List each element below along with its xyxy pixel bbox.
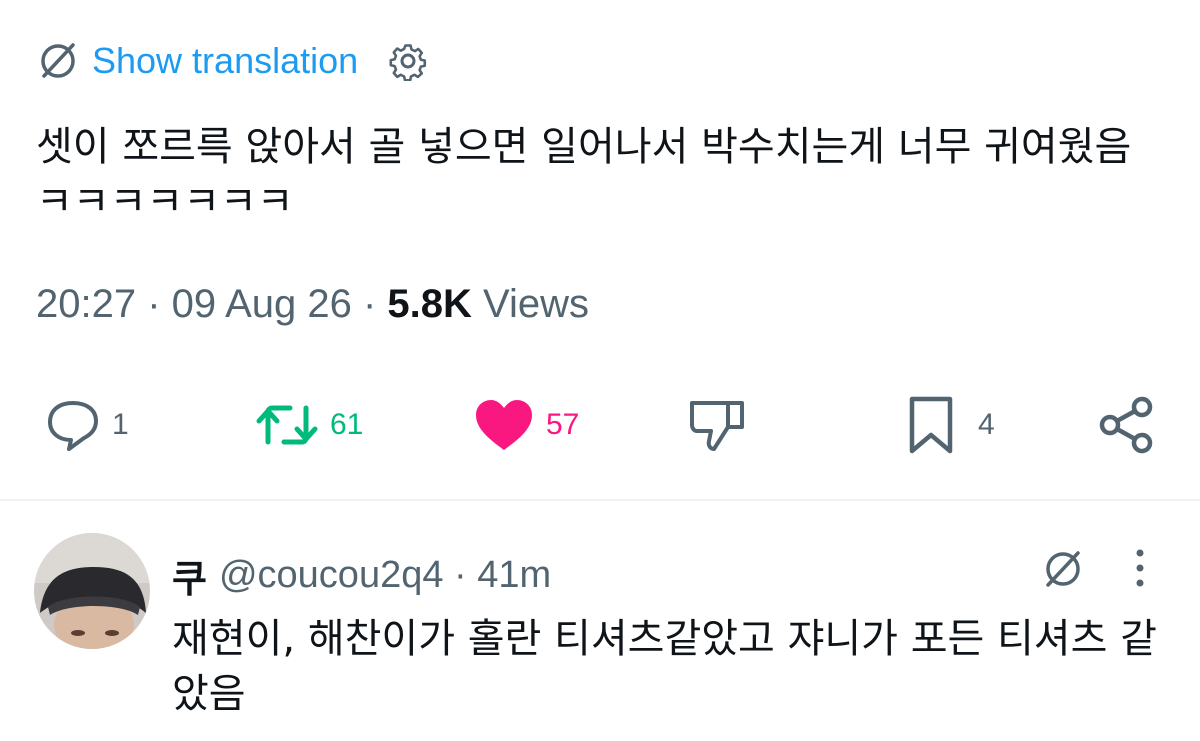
- heart-filled-icon: [476, 400, 532, 450]
- reply-age[interactable]: 41m: [477, 554, 551, 597]
- speech-bubble-icon: [48, 401, 98, 451]
- like-count: 57: [546, 408, 580, 441]
- show-translation-link[interactable]: Show translation: [92, 40, 358, 82]
- repost-count: 61: [330, 408, 364, 441]
- avatar[interactable]: [34, 533, 150, 649]
- thumbs-down-icon: [690, 401, 744, 451]
- bookmark-count: 4: [978, 408, 995, 441]
- separator-dot: ·: [443, 554, 478, 596]
- globe-slash-icon: [41, 43, 75, 78]
- repost-arrows-icon: [256, 405, 318, 445]
- views-count: 5.8K: [387, 282, 472, 326]
- repost-button[interactable]: 61: [254, 390, 363, 460]
- bookmark-button[interactable]: 4: [906, 390, 995, 460]
- divider: [0, 499, 1200, 501]
- dislike-button[interactable]: [688, 390, 748, 460]
- post-text: 셋이 쪼르륵 앉아서 골 넣으면 일어나서 박수치는게 너무 귀여웠음 ㅋㅋㅋㅋ…: [36, 124, 1132, 225]
- views-label[interactable]: Views: [483, 282, 589, 326]
- post-date: 09 Aug 26: [171, 282, 352, 326]
- bookmark-icon: [909, 396, 953, 454]
- reply-count: 1: [112, 408, 129, 441]
- separator-dot: ·: [147, 282, 172, 326]
- kebab-icon[interactable]: [1128, 546, 1152, 592]
- actions-bar: 1 61 57 4: [0, 390, 1200, 460]
- separator-dot: ·: [362, 282, 388, 326]
- globe-slash-icon[interactable]: [1040, 546, 1086, 592]
- reply-button[interactable]: 1: [44, 390, 129, 460]
- share-icon: [1099, 396, 1153, 454]
- reply-text: 재현이, 해찬이가 홀란 티셔츠같았고 쟈니가 포든 티셔츠 같았음: [172, 616, 1157, 717]
- reply-author-name[interactable]: 쿠: [172, 548, 207, 603]
- gear-icon[interactable]: [388, 41, 428, 81]
- post-metadata: 20:27 · 09 Aug 26 · 5.8K Views: [36, 282, 589, 327]
- share-button[interactable]: [1098, 390, 1156, 460]
- reply-header: 쿠 @coucou2q4 · 41m: [172, 548, 551, 603]
- reply-handle[interactable]: @coucou2q4: [219, 554, 444, 597]
- post-time: 20:27: [36, 282, 137, 326]
- translation-row: Show translation: [36, 38, 428, 84]
- avatar-photo: [34, 533, 150, 649]
- like-button[interactable]: 57: [472, 390, 579, 460]
